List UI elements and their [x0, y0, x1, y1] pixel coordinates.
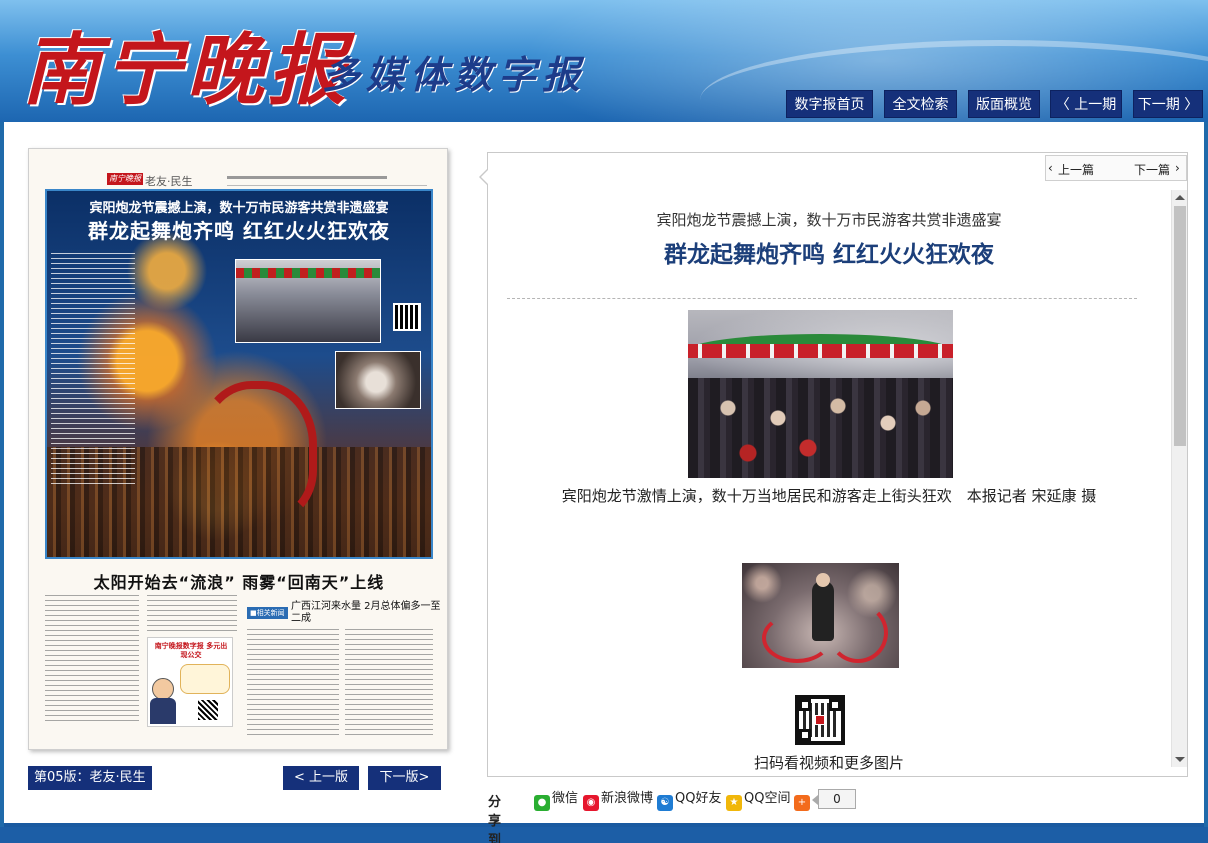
scroll-down-arrow-icon[interactable]: [1175, 757, 1185, 762]
article-scrollbar[interactable]: [1171, 190, 1187, 767]
cartoon-body: [150, 698, 176, 724]
scroll-up-arrow-icon[interactable]: [1175, 195, 1185, 200]
qr-finder-bottom-left: [799, 729, 811, 741]
inset-photo-1[interactable]: [235, 259, 381, 343]
share-wechat-button[interactable]: ● 微信: [534, 789, 579, 811]
chevron-left-icon: ‹: [1048, 161, 1053, 175]
top-nav: 数字报首页 全文检索 版面概览 〈 上一期 下一期 〉: [0, 90, 1208, 118]
related-news-tag: ■相关新闻: [247, 607, 288, 619]
ribbon-right: [828, 603, 888, 663]
previous-page-button[interactable]: < 上一版: [283, 766, 359, 790]
plus-icon: +: [794, 795, 810, 811]
share-label: 分享到: [488, 795, 502, 843]
article-text-col-3[interactable]: [247, 629, 339, 739]
share-count: 0: [812, 789, 856, 809]
article-title: 群龙起舞炮齐鸣 红红火火狂欢夜: [663, 242, 994, 268]
article-photo-crowd[interactable]: [688, 310, 953, 478]
article-qr-code: [795, 695, 845, 745]
wechat-icon: ●: [534, 795, 550, 811]
page-logo: 南宁晚报: [107, 173, 143, 185]
inset-photo-2[interactable]: [335, 351, 421, 409]
qr-caption: 扫码看视频和更多图片: [753, 754, 904, 772]
layout-overview-button[interactable]: 版面概览: [968, 90, 1040, 118]
panel-pointer-inner: [481, 169, 489, 185]
article-text-col-2[interactable]: [147, 595, 237, 633]
ad-title: 南宁晚报数字报 多元出现公交: [154, 642, 228, 659]
current-page-label[interactable]: 第05版：老友·民生: [28, 766, 152, 790]
qr-logo: [815, 715, 825, 725]
previous-article-link[interactable]: 上一篇: [1058, 161, 1094, 178]
page-headline[interactable]: 群龙起舞炮齐鸣 红红火火狂欢夜: [45, 215, 433, 244]
share-qq-label: QQ好友: [675, 791, 722, 806]
share-qzone-button[interactable]: ★ QQ空间: [726, 789, 791, 811]
previous-issue-button[interactable]: 〈 上一期: [1050, 90, 1122, 118]
chevron-right-icon: ›: [1175, 161, 1180, 175]
next-article-link[interactable]: 下一篇: [1134, 161, 1170, 178]
site-header: 南宁晚报 多媒体数字报 数字报首页 全文检索 版面概览 〈 上一期 下一期 〉: [0, 0, 1208, 122]
qzone-icon: ★: [726, 795, 742, 811]
next-page-button[interactable]: 下一版>: [368, 766, 441, 790]
performer-body: [812, 581, 834, 641]
speech-bubble: [180, 664, 230, 694]
page-qr-code: [393, 303, 421, 331]
fulltext-search-button[interactable]: 全文检索: [884, 90, 957, 118]
share-weibo-label: 新浪微博: [601, 791, 654, 806]
share-weibo-button[interactable]: ◉ 新浪微博: [583, 789, 654, 811]
related-news-title[interactable]: 广西江河来水量 2月总体偏多一至二成: [291, 601, 447, 625]
share-more-button[interactable]: +: [794, 789, 812, 811]
newspaper-page-thumbnail[interactable]: 南宁晚报 老友·民生 宾阳炮龙节震撼上演，数十万市民游客共赏非遗盛宴 群龙起舞炮…: [28, 148, 448, 750]
article-text-col-4[interactable]: [345, 629, 433, 739]
ad-qr-code: [198, 700, 218, 720]
share-qq-button[interactable]: ☯ QQ好友: [657, 789, 722, 811]
next-issue-button[interactable]: 下一期 〉: [1133, 90, 1203, 118]
qq-icon: ☯: [657, 795, 673, 811]
share-wechat-label: 微信: [552, 791, 579, 806]
share-qzone-label: QQ空间: [744, 791, 791, 806]
scrollbar-thumb[interactable]: [1174, 206, 1186, 446]
arch-decoration: [688, 344, 953, 358]
home-button[interactable]: 数字报首页: [786, 90, 873, 118]
footer-bar: [0, 827, 1208, 843]
article-text-col-1[interactable]: [45, 595, 139, 725]
crowd: [688, 378, 953, 478]
performer-head: [816, 573, 830, 587]
qr-finder-top-right: [829, 699, 841, 711]
advertisement[interactable]: 南宁晚报数字报 多元出现公交: [147, 637, 233, 727]
article-divider: [507, 298, 1137, 299]
page-section-label: 老友·民生: [145, 175, 193, 188]
cartoon-face-icon: [152, 678, 174, 700]
photo-caption: 宾阳炮龙节激情上演，数十万当地居民和游客走上街头狂欢 本报记者 宋延康 摄: [561, 487, 1097, 505]
qr-finder-top-left: [799, 699, 811, 711]
weibo-icon: ◉: [583, 795, 599, 811]
page-kicker: 宾阳炮龙节震撼上演，数十万市民游客共赏非遗盛宴: [89, 201, 389, 216]
article-kicker: 宾阳炮龙节震撼上演，数十万市民游客共赏非遗盛宴: [656, 211, 1002, 229]
article-photo-performer[interactable]: [742, 563, 899, 668]
page-meta-line: [227, 174, 427, 186]
lead-article-text[interactable]: [51, 253, 135, 485]
article-nav: ‹ 上一篇 下一篇 ›: [1045, 155, 1187, 181]
second-headline[interactable]: 太阳开始去“流浪” 雨雾“回南天”上线: [45, 569, 433, 593]
